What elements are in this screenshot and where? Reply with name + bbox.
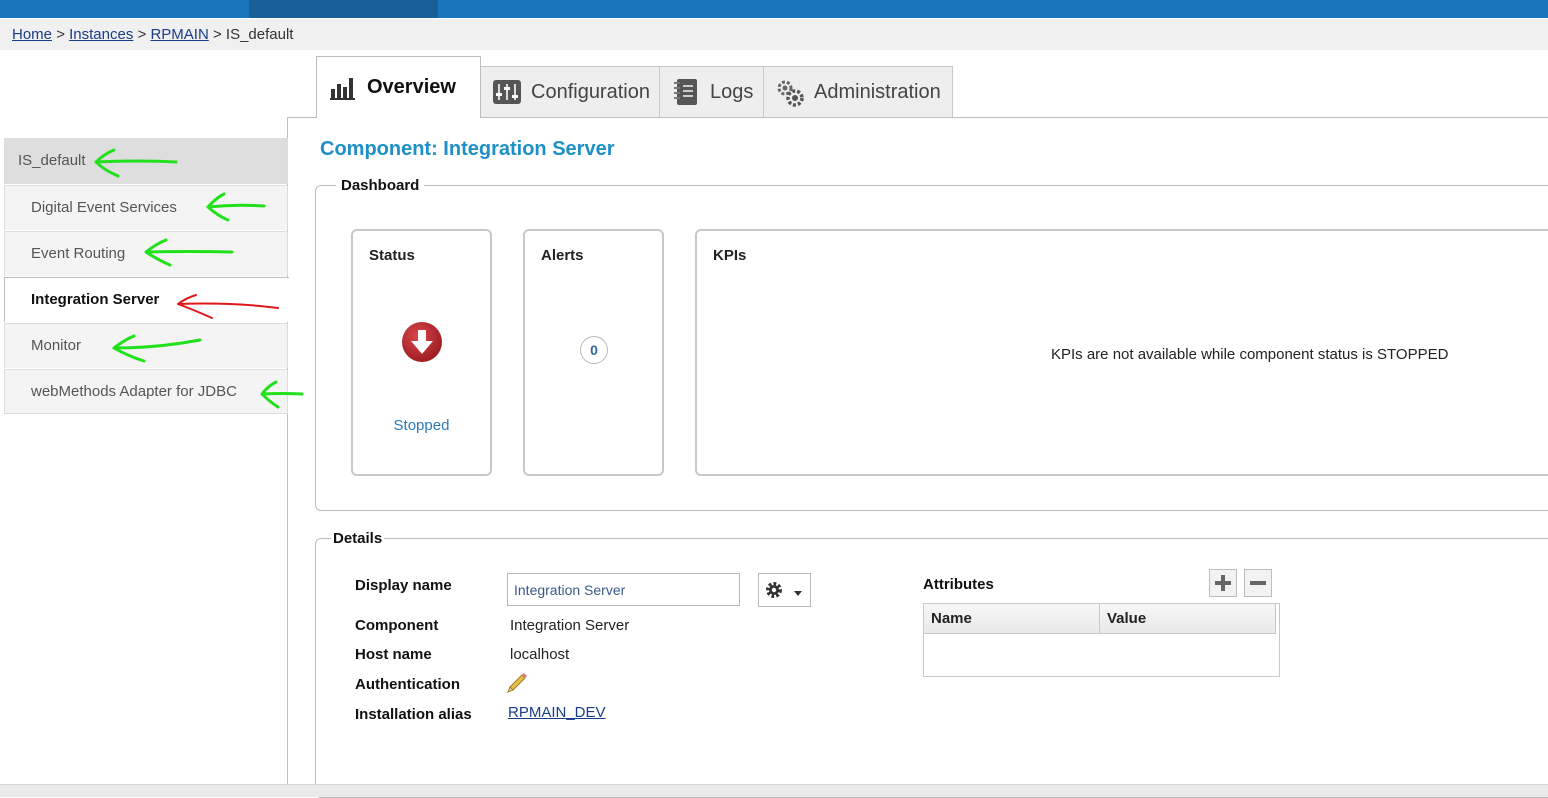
alerts-card-title: Alerts [541, 247, 584, 264]
gears-icon [776, 79, 804, 107]
breadcrumb-home-link[interactable]: Home [12, 26, 52, 43]
component-title: Component: Integration Server [320, 138, 615, 160]
breadcrumb: Home > Instances > RPMAIN > IS_default [0, 19, 1548, 50]
dashboard-legend: Dashboard [336, 177, 425, 194]
breadcrumb-separator: > [137, 26, 147, 43]
attributes-title: Attributes [923, 576, 994, 593]
status-value: Stopped [393, 417, 450, 434]
display-name-label: Display name [355, 577, 452, 594]
horizontal-scrollbar[interactable] [0, 784, 1548, 797]
breadcrumb-instances-link[interactable]: Instances [69, 26, 133, 43]
breadcrumb-current: IS_default [225, 26, 294, 43]
sidebar-item-label: Integration Server [31, 291, 160, 308]
sidebar-item-label: webMethods Adapter for JDBC [31, 383, 237, 400]
attributes-column-name[interactable]: Name [924, 604, 1100, 634]
pencil-edit-icon[interactable] [506, 671, 528, 693]
tab-administration[interactable]: Administration [763, 66, 953, 117]
component-label: Component [355, 617, 439, 634]
gear-icon [766, 582, 802, 598]
kpis-card-title: KPIs [713, 247, 747, 264]
minus-icon [1250, 581, 1266, 585]
annotation-arrow-icon [112, 334, 202, 363]
status-card: Status Stopped [351, 229, 492, 476]
component-sidebar: IS_default Digital Event Services Event … [4, 138, 289, 414]
annotation-arrow-icon [206, 192, 266, 222]
plus-icon [1215, 575, 1231, 591]
installation-alias-link[interactable]: RPMAIN_DEV [508, 704, 606, 721]
sliders-icon [493, 79, 521, 105]
attributes-table: Name Value [923, 603, 1280, 677]
sidebar-item-webmethods-adapter-jdbc[interactable]: webMethods Adapter for JDBC [4, 369, 288, 414]
remove-attribute-button[interactable] [1244, 569, 1272, 597]
display-name-input[interactable] [507, 573, 740, 606]
annotation-arrow-icon [260, 380, 304, 409]
notebook-icon [672, 79, 700, 105]
tab-administration-label: Administration [814, 80, 941, 103]
alerts-count-badge[interactable]: 0 [580, 336, 608, 364]
host-name-value: localhost [510, 646, 570, 663]
kpis-message: KPIs are not available while component s… [1051, 346, 1449, 363]
tab-configuration[interactable]: Configuration [480, 66, 660, 117]
attributes-column-value[interactable]: Value [1100, 604, 1276, 634]
authentication-label: Authentication [355, 676, 460, 693]
sidebar-item-label: Digital Event Services [31, 199, 177, 216]
annotation-arrow-icon [144, 238, 234, 267]
annotation-arrow-icon [177, 294, 279, 319]
top-banner [0, 0, 1548, 18]
details-legend: Details [331, 530, 385, 547]
annotation-arrow-icon [94, 148, 178, 178]
add-attribute-button[interactable] [1209, 569, 1237, 597]
tab-overview-label: Overview [367, 76, 456, 98]
breadcrumb-separator: > [56, 26, 65, 43]
breadcrumb-separator: > [212, 26, 222, 43]
bar-chart-icon [329, 75, 357, 101]
sidebar-item-label: Monitor [31, 337, 82, 354]
sidebar-item-label: IS_default [18, 152, 86, 169]
tab-configuration-label: Configuration [531, 80, 650, 103]
installation-alias-label: Installation alias [355, 706, 472, 723]
alerts-card: Alerts 0 [523, 229, 664, 476]
tab-logs-label: Logs [710, 80, 754, 103]
settings-dropdown-button[interactable] [758, 573, 811, 607]
tab-logs[interactable]: Logs [659, 66, 764, 117]
breadcrumb-rpmain-link[interactable]: RPMAIN [150, 26, 208, 43]
sidebar-item-label: Event Routing [31, 245, 126, 262]
tab-overview[interactable]: Overview [316, 56, 481, 118]
top-banner-segment [249, 0, 438, 18]
kpis-card: KPIs KPIs are not available while compon… [695, 229, 1548, 476]
status-card-title: Status [369, 247, 415, 264]
stopped-down-arrow-icon [401, 321, 443, 363]
component-value: Integration Server [510, 617, 630, 634]
host-name-label: Host name [355, 646, 432, 663]
